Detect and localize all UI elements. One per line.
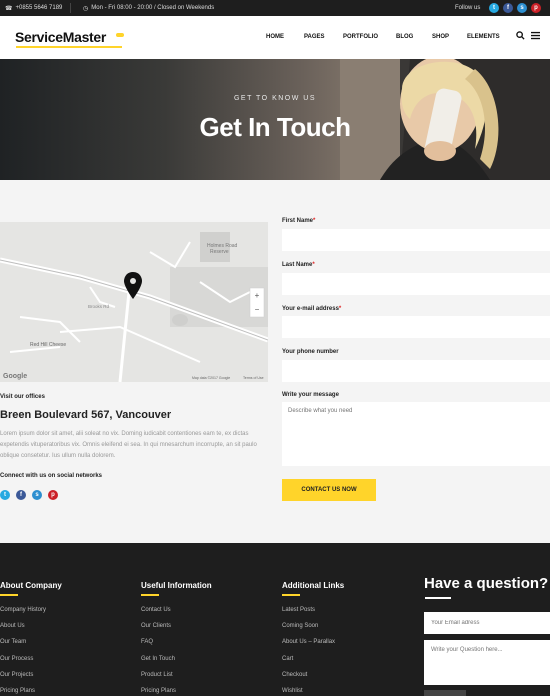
logo-underline <box>16 46 122 48</box>
email-label: Your e-mail address* <box>282 306 341 312</box>
first-name-label: First Name* <box>282 218 315 224</box>
footer-link[interactable]: Our Process <box>0 656 46 672</box>
clock-icon: ◷ <box>83 5 89 12</box>
map-data-credit: Map data ©2017 Google <box>192 376 230 380</box>
email-label-text: Your e-mail address <box>282 306 339 312</box>
pinterest-icon[interactable]: p <box>48 490 58 500</box>
map-label-reserve: Reserve <box>210 249 229 255</box>
footer-link[interactable]: Contact Us <box>141 607 176 623</box>
map-label-redhill: Red Hill Cheese <box>30 342 66 348</box>
message-field[interactable] <box>282 402 550 466</box>
phone-info: ☎ +0855 5646 7189 <box>5 5 62 12</box>
facebook-icon[interactable]: f <box>16 490 26 500</box>
zoom-in-button[interactable]: + <box>255 291 260 300</box>
skype-icon[interactable]: s <box>517 3 527 13</box>
phone-label: Your phone number <box>282 349 339 355</box>
logo[interactable]: ServiceMaster <box>15 29 106 45</box>
footer-link[interactable]: Our Projects <box>0 672 46 688</box>
hero-subtitle: GET TO KNOW US <box>233 95 317 102</box>
visit-label: Visit our offices <box>0 394 45 400</box>
footer-col-useful-title: Useful Information <box>141 581 212 590</box>
twitter-icon[interactable]: t <box>0 490 10 500</box>
footer-col-about: Company History About Us Our Team Our Pr… <box>0 607 46 696</box>
phone-field[interactable] <box>282 360 550 382</box>
map-terms-link[interactable]: Terms of Use <box>243 376 264 380</box>
topbar-social: t f s p <box>489 3 541 13</box>
footer-link[interactable]: Pricing Plans <box>141 688 176 696</box>
footer-link[interactable]: Our Clients <box>141 623 176 639</box>
top-bar: ☎ +0855 5646 7189 ◷ Mon - Fri 08:00 - 20… <box>0 0 550 16</box>
footer-col-useful: Contact Us Our Clients FAQ Get In Touch … <box>141 607 176 696</box>
follow-label: Follow us <box>455 5 481 11</box>
last-name-label-text: Last Name <box>282 262 313 268</box>
content-social: t f s p <box>0 490 58 500</box>
footer-link[interactable]: Company History <box>0 607 46 623</box>
footer-col-links-title: Additional Links <box>282 581 345 590</box>
footer-link[interactable]: Our Team <box>0 639 46 655</box>
required-mark: * <box>312 262 315 268</box>
map-canvas: + − Holmes Road Reserve Brooks Rd Red Hi… <box>0 222 268 382</box>
business-hours: Mon - Fri 08:00 - 20:00 / Closed on Week… <box>91 5 215 11</box>
nav-elements[interactable]: ELEMENTS <box>467 34 500 40</box>
footer-link[interactable]: Cart <box>282 656 335 672</box>
message-label: Write your message <box>282 392 339 398</box>
nav-blog[interactable]: BLOG <box>396 34 413 40</box>
footer-link[interactable]: FAQ <box>141 639 176 655</box>
google-logo: Google <box>3 373 27 380</box>
map-label-brooks: Brooks Rd <box>88 304 110 309</box>
required-mark: * <box>313 218 316 224</box>
location-map[interactable]: + − Holmes Road Reserve Brooks Rd Red Hi… <box>0 222 268 382</box>
header-icons <box>516 31 540 40</box>
footer-col-underline <box>141 594 159 596</box>
question-email-field[interactable] <box>424 612 550 634</box>
connect-label: Connect with us on social networks <box>0 473 103 479</box>
nav-home[interactable]: HOME <box>266 34 284 40</box>
footer-col-links: Latest Posts Coming Soon About Us – Para… <box>282 607 335 696</box>
phone-number: +0855 5646 7189 <box>15 5 63 11</box>
question-underline <box>425 597 451 599</box>
required-mark: * <box>338 306 342 312</box>
facebook-icon[interactable]: f <box>503 3 513 13</box>
footer-link[interactable]: Checkout <box>282 672 335 688</box>
footer-link[interactable]: Pricing Plans <box>0 688 46 696</box>
question-message-field[interactable] <box>424 640 550 685</box>
site-footer: About Company Company History About Us O… <box>0 543 550 696</box>
email-field[interactable] <box>282 316 550 338</box>
hero-banner: GET TO KNOW US Get In Touch <box>0 59 550 180</box>
footer-link[interactable]: About Us – Parallax <box>282 639 335 655</box>
contact-submit-button[interactable]: CONTACT US NOW <box>282 479 376 501</box>
footer-link[interactable]: Coming Soon <box>282 623 335 639</box>
hero-title: Get In Touch <box>199 112 351 142</box>
footer-link[interactable]: Latest Posts <box>282 607 335 623</box>
last-name-field[interactable] <box>282 273 550 295</box>
nav-pages[interactable]: PAGES <box>304 34 325 40</box>
nav-shop[interactable]: SHOP <box>432 34 449 40</box>
zoom-out-button[interactable]: − <box>255 305 260 314</box>
site-header: ServiceMaster HOME PAGES PORTFOLIO BLOG … <box>0 16 550 59</box>
last-name-label: Last Name* <box>282 262 315 268</box>
first-name-field[interactable] <box>282 229 550 251</box>
hours-info: ◷ Mon - Fri 08:00 - 20:00 / Closed on We… <box>83 5 214 12</box>
pinterest-icon[interactable]: p <box>531 3 541 13</box>
footer-link[interactable]: Get In Touch <box>141 656 176 672</box>
footer-col-underline <box>0 594 18 596</box>
search-icon[interactable] <box>516 31 525 40</box>
footer-link[interactable]: About Us <box>0 623 46 639</box>
phone-icon: ☎ <box>5 5 13 12</box>
logo-badge <box>116 33 124 37</box>
footer-col-about-title: About Company <box>0 581 62 590</box>
office-description: Lorem ipsum dolor sit amet, alii soleat … <box>0 431 257 459</box>
question-submit-button[interactable] <box>424 690 466 696</box>
question-title: Have a question? <box>424 575 549 592</box>
skype-icon[interactable]: s <box>32 490 42 500</box>
first-name-label-text: First Name <box>282 218 314 224</box>
footer-link[interactable]: Wishlist <box>282 688 335 696</box>
footer-col-underline <box>282 594 300 596</box>
office-address: Breen Boulevard 567, Vancouver <box>0 409 172 421</box>
nav-portfolio[interactable]: PORTFOLIO <box>343 34 378 40</box>
menu-icon[interactable] <box>531 31 540 40</box>
twitter-icon[interactable]: t <box>489 3 499 13</box>
divider <box>70 3 71 13</box>
footer-link[interactable]: Product List <box>141 672 176 688</box>
